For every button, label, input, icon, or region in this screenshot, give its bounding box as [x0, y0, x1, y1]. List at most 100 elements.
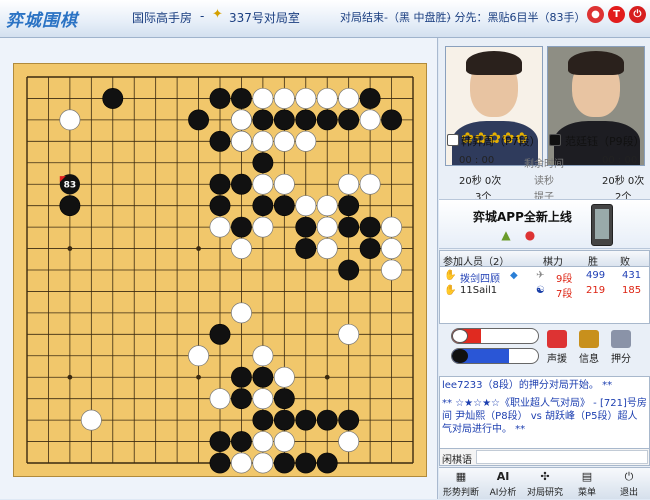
black-stone[interactable]: [252, 366, 274, 388]
position-judge-button[interactable]: ▦ 形势判断: [441, 470, 481, 500]
white-stone[interactable]: [80, 409, 102, 431]
white-stone[interactable]: [252, 173, 274, 195]
black-stone[interactable]: [209, 130, 231, 152]
black-stone[interactable]: [338, 195, 360, 217]
game-study-button[interactable]: ✣ 对局研究: [525, 470, 565, 500]
black-stone[interactable]: [273, 195, 295, 217]
white-stone[interactable]: [252, 87, 274, 109]
black-stone[interactable]: [188, 109, 209, 131]
exit-button[interactable]: ⏻ 退出: [609, 470, 649, 500]
go-board[interactable]: 83: [13, 63, 427, 477]
white-stone[interactable]: [295, 195, 317, 217]
white-stone[interactable]: [338, 173, 360, 195]
black-stone[interactable]: [316, 109, 338, 131]
white-stone[interactable]: [209, 388, 231, 410]
black-stone[interactable]: [338, 259, 360, 281]
t-icon[interactable]: T: [608, 6, 625, 23]
black-stone[interactable]: [231, 431, 252, 452]
black-stone[interactable]: [295, 216, 317, 238]
white-stone[interactable]: [252, 388, 274, 410]
black-stone[interactable]: [273, 109, 295, 131]
black-stone[interactable]: [338, 409, 360, 431]
black-stone[interactable]: [231, 88, 252, 109]
white-stone[interactable]: [316, 238, 338, 260]
go-board-grid[interactable]: 83: [14, 64, 426, 476]
black-stone[interactable]: [231, 216, 252, 238]
white-stone[interactable]: [59, 109, 81, 131]
black-stone[interactable]: [231, 173, 252, 195]
ai-analysis-button[interactable]: AI AI分析: [483, 470, 523, 500]
white-stone[interactable]: [230, 109, 252, 131]
black-stone[interactable]: [359, 238, 381, 259]
black-stone[interactable]: [273, 388, 295, 410]
black-stone[interactable]: [209, 452, 231, 474]
chat-input[interactable]: [476, 450, 648, 464]
black-stone[interactable]: [295, 452, 317, 474]
white-stone[interactable]: [230, 302, 252, 324]
white-stone[interactable]: [316, 216, 338, 238]
white-stone[interactable]: [188, 345, 210, 367]
black-stone[interactable]: [231, 388, 252, 410]
black-stone[interactable]: [381, 109, 402, 131]
white-stone[interactable]: [252, 452, 274, 474]
black-stone[interactable]: [252, 109, 274, 131]
mascot-icon[interactable]: ●: [587, 6, 604, 23]
white-stone[interactable]: [273, 130, 295, 152]
white-stone[interactable]: [230, 238, 252, 260]
white-stone[interactable]: [338, 431, 360, 453]
white-stone[interactable]: [209, 216, 231, 238]
white-stone[interactable]: [230, 452, 252, 474]
white-stone[interactable]: [338, 87, 360, 109]
white-stone[interactable]: [316, 195, 338, 217]
power-icon[interactable]: ⏻: [629, 6, 646, 23]
black-stone[interactable]: [295, 109, 317, 131]
black-stone[interactable]: [209, 88, 231, 109]
black-stone[interactable]: [252, 195, 274, 217]
black-stone[interactable]: [359, 88, 381, 109]
cheer-button[interactable]: 声援: [543, 330, 571, 370]
black-stone[interactable]: [59, 195, 81, 217]
white-stone[interactable]: [273, 87, 295, 109]
black-stone[interactable]: [273, 452, 295, 474]
white-stone[interactable]: [359, 173, 381, 195]
white-stone[interactable]: [338, 323, 360, 345]
black-stone[interactable]: [359, 216, 381, 238]
participant-row[interactable]: ✋ 拨剑四顾 ◆ ✈ 9段 499 431: [440, 269, 649, 285]
black-stone[interactable]: [338, 109, 360, 131]
bet-button[interactable]: 押分: [607, 330, 635, 370]
white-stone[interactable]: [252, 216, 274, 238]
black-stone[interactable]: [316, 452, 338, 474]
black-stone[interactable]: [209, 173, 231, 195]
black-stone[interactable]: [209, 323, 231, 345]
black-stone[interactable]: [231, 366, 252, 388]
black-stone[interactable]: [338, 216, 360, 238]
black-stone[interactable]: [209, 431, 231, 452]
black-stone[interactable]: [295, 238, 317, 259]
black-stone[interactable]: [209, 195, 231, 217]
white-stone[interactable]: [295, 130, 317, 152]
white-stone[interactable]: [273, 431, 295, 453]
black-stone[interactable]: [102, 88, 124, 109]
white-stone[interactable]: [252, 431, 274, 453]
participant-row[interactable]: ✋ 11Sail1 ☯ 7段 219 185: [440, 284, 649, 300]
white-stone[interactable]: [359, 109, 381, 131]
white-stone[interactable]: [273, 366, 295, 388]
white-stone[interactable]: [252, 130, 274, 152]
white-stone[interactable]: [295, 87, 317, 109]
black-stone[interactable]: [316, 409, 338, 431]
chat-log[interactable]: lee7233（8段）的押分对局开始。 ** ** ☆★☆★☆《职业超人气对局》…: [439, 376, 650, 452]
info-button[interactable]: 信息: [575, 330, 603, 370]
white-stone[interactable]: [381, 216, 403, 238]
black-stone[interactable]: [295, 409, 317, 431]
white-stone[interactable]: [316, 87, 338, 109]
black-stone[interactable]: [252, 152, 274, 174]
black-stone[interactable]: [273, 409, 295, 431]
menu-button[interactable]: ▤ 菜单: [567, 470, 607, 500]
white-stone[interactable]: [230, 130, 252, 152]
app-ad-banner[interactable]: 弈城APP全新上线 ▲ ●: [439, 199, 650, 249]
white-stone[interactable]: [381, 238, 403, 260]
white-stone[interactable]: [381, 259, 403, 281]
white-stone[interactable]: [252, 345, 274, 367]
white-stone[interactable]: [273, 173, 295, 195]
black-stone[interactable]: [252, 409, 274, 431]
